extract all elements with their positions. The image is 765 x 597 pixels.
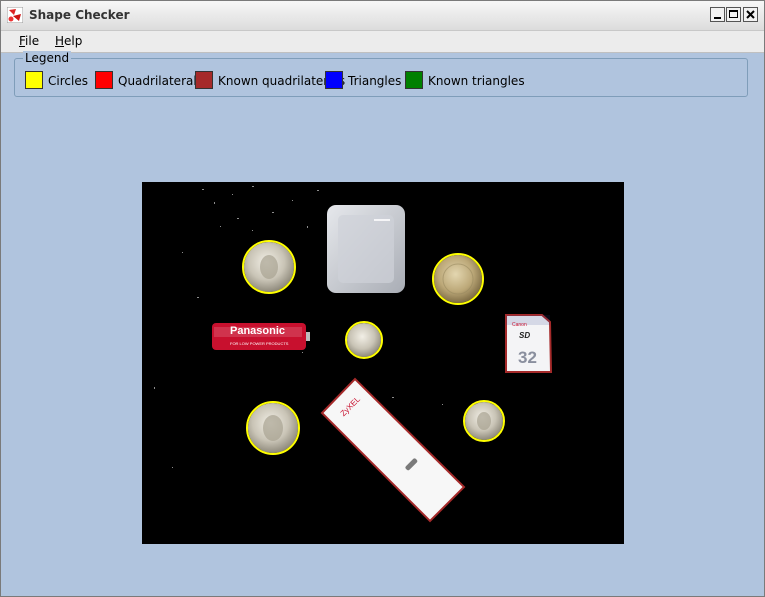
minimize-icon [714,17,721,19]
title-bar[interactable]: Shape Checker [1,1,764,31]
usb-stick: ZyXEL [320,377,466,523]
coin-top-right [432,253,484,305]
menu-help-accel: H [55,34,65,48]
legend-label-quadrilaterals: Quadrilaterals [118,74,203,88]
window-title: Shape Checker [29,8,130,22]
circles-swatch [25,71,43,89]
known-quadrilaterals-swatch [195,71,213,89]
detection-image: Panasonic FOR LOW POWER PRODUCTS Canon S… [154,186,553,523]
sd-card-logo: SD [519,331,530,340]
menu-help[interactable]: Help [55,34,82,48]
legend-label-circles: Circles [48,74,88,88]
close-icon [746,10,755,19]
known-triangles-swatch [405,71,423,89]
minimize-button[interactable] [710,7,725,22]
battery: Panasonic FOR LOW POWER PRODUCTS [212,323,310,350]
maximize-button[interactable] [726,7,741,22]
battery-subtext: FOR LOW POWER PRODUCTS [230,341,289,346]
coin-center [345,321,383,359]
legend-title: Legend [23,51,72,65]
triangles-swatch [325,71,343,89]
image-canvas: Panasonic FOR LOW POWER PRODUCTS Canon S… [142,182,624,544]
menu-help-label: elp [64,34,83,48]
memory-card-case [327,205,405,293]
menu-bar: File Help [1,31,764,53]
coin-bottom-right [463,400,505,442]
legend-group: Legend Circles Quadrilaterals Known quad… [14,51,748,97]
legend-label-triangles: Triangles [348,74,402,88]
sd-card-capacity: 32 [518,348,537,367]
coin-top-left [242,240,296,294]
menu-file-label: ile [25,34,40,48]
close-button[interactable] [743,7,758,22]
legend-label-known-triangles: Known triangles [428,74,525,88]
shape-checker-icon [7,7,23,23]
maximize-icon [729,10,738,18]
sd-card: Canon SD 32 [505,314,553,373]
sd-card-brand: Canon [512,322,527,328]
app-window: Shape Checker File Help Legend Circles Q… [0,0,765,597]
battery-brand-text: Panasonic [230,325,285,337]
coin-bottom-left [246,401,300,455]
quadrilaterals-swatch [95,71,113,89]
menu-file[interactable]: File [19,34,39,48]
